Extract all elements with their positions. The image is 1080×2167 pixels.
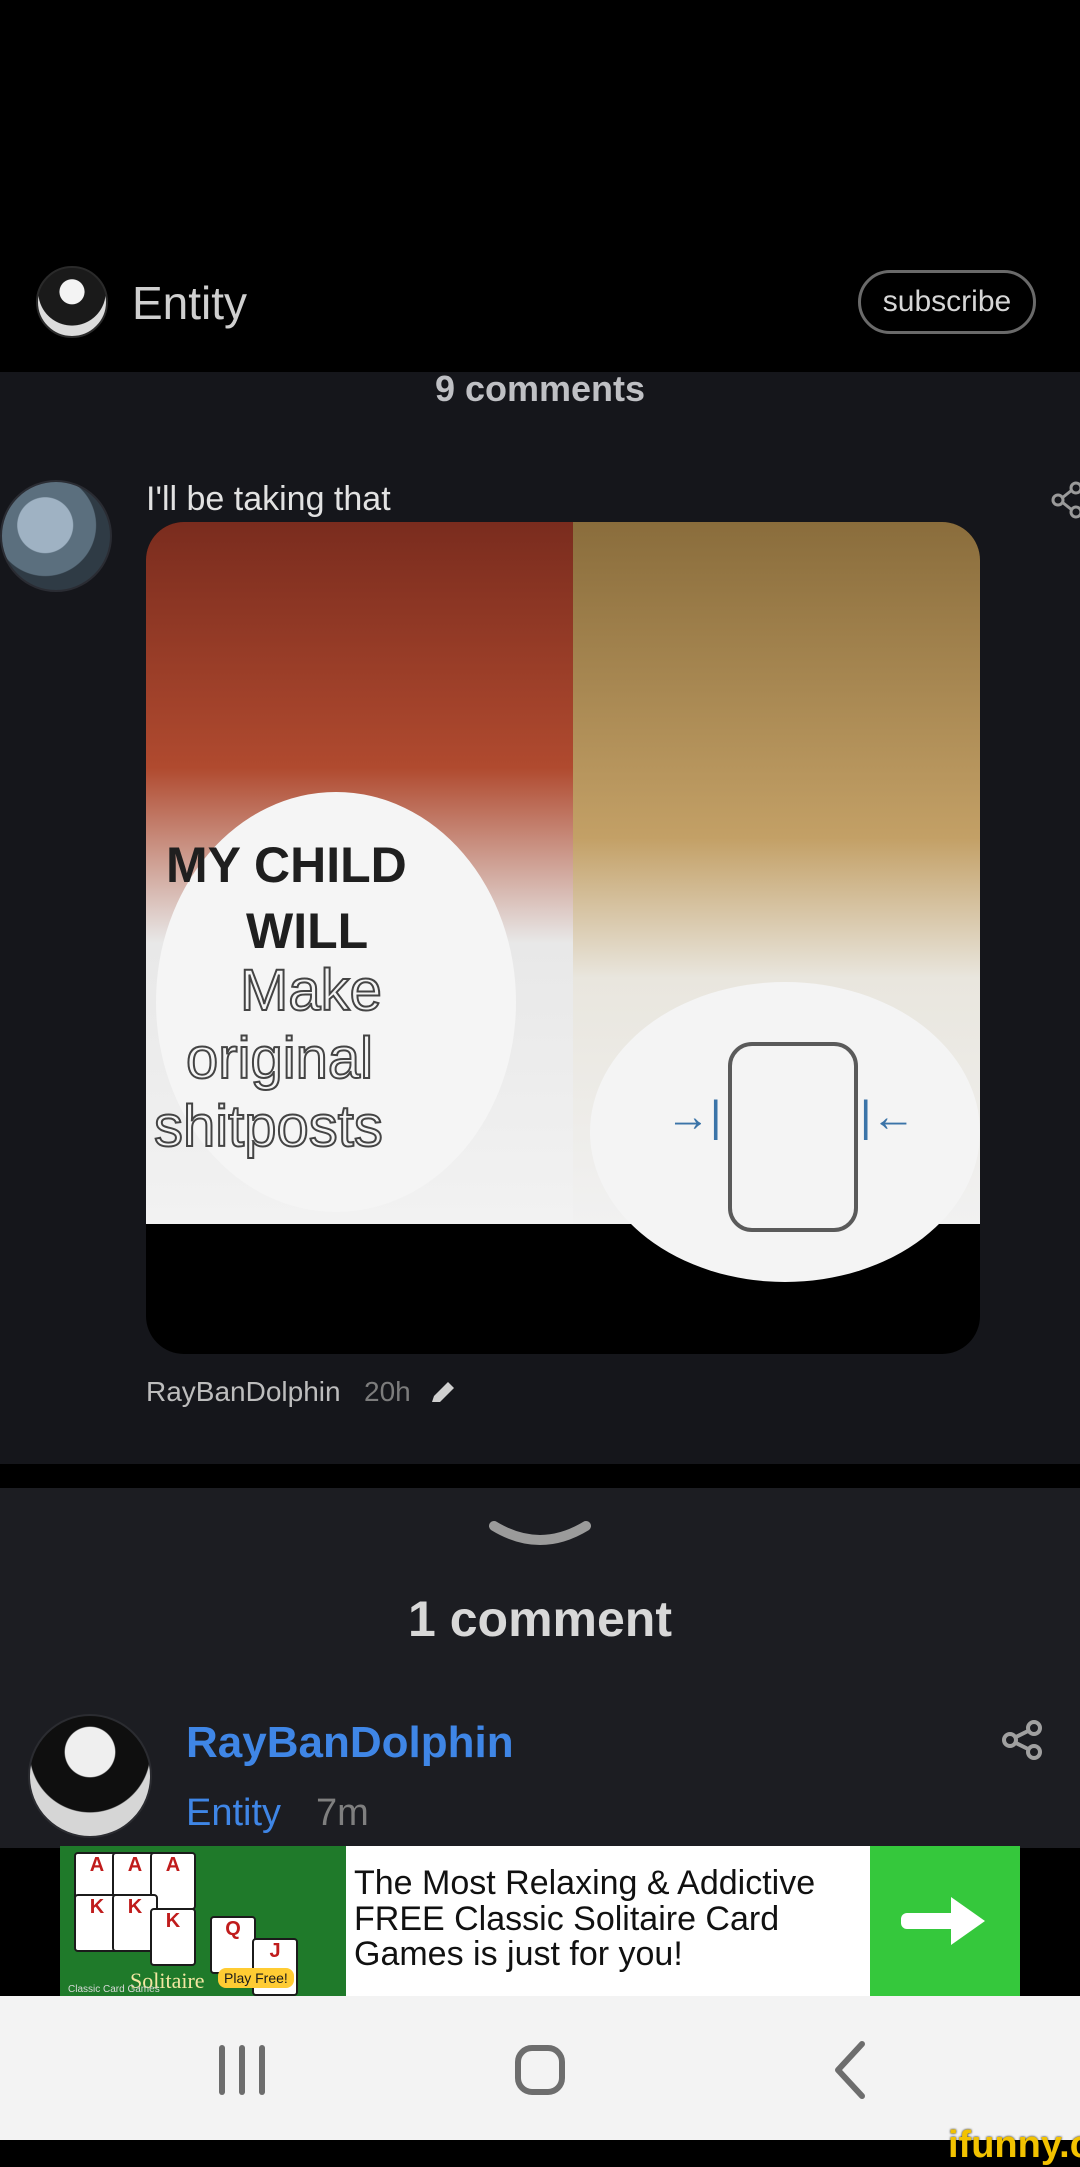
- meme-text-line4: original: [185, 1026, 374, 1091]
- card: Q: [210, 1916, 256, 1974]
- ad-banner[interactable]: A A A K K K Q J Solitaire Play Free! Cla…: [60, 1846, 1020, 1996]
- ad-cta-button[interactable]: [870, 1846, 1020, 1996]
- header-avatar[interactable]: [36, 266, 108, 338]
- comments-count: 9 comments: [434, 368, 646, 409]
- arrow-right-marker: →|: [666, 1092, 722, 1141]
- meme-text-line1: MY CHILD: [166, 837, 407, 893]
- meme-text-line5: shitposts: [153, 1094, 384, 1159]
- ad-text[interactable]: The Most Relaxing & Addictive FREE Class…: [354, 1865, 894, 1973]
- share-icon[interactable]: [1048, 480, 1080, 520]
- pencil-icon[interactable]: [428, 1378, 458, 1408]
- comment-text: I'll be taking that: [146, 480, 391, 518]
- card: K: [150, 1908, 196, 1966]
- arrow-left-marker: |←: [860, 1092, 916, 1141]
- home-icon[interactable]: [500, 2030, 580, 2110]
- chevron-down-icon[interactable]: [488, 1520, 592, 1556]
- comment-author[interactable]: RayBanDolphin: [146, 1376, 341, 1408]
- ad-logo-subtitle: Classic Card Games: [68, 1984, 160, 1995]
- watermark: ifunny.co: [948, 2124, 1080, 2166]
- comment-user-avatar[interactable]: [0, 480, 112, 592]
- meme-text-line2: WILL: [246, 903, 369, 959]
- arrow-right-icon: [901, 1897, 985, 1945]
- ad-badge: Play Free!: [218, 1968, 294, 1988]
- meme-text-line3: Make: [239, 958, 383, 1023]
- reply-avatar[interactable]: [28, 1714, 152, 1838]
- sheet-comments-count: 1 comment: [408, 1591, 672, 1647]
- comment-time: 20h: [364, 1376, 411, 1407]
- reply-time: 7m: [316, 1792, 369, 1834]
- page-title[interactable]: Entity: [132, 276, 247, 330]
- phone-outline: [728, 1042, 858, 1232]
- subscribe-button[interactable]: subscribe: [858, 270, 1036, 334]
- meme-image[interactable]: MY CHILD WILL Make original shitposts →|…: [146, 522, 980, 1354]
- recent-apps-icon[interactable]: [202, 2030, 282, 2110]
- ad-image[interactable]: A A A K K K Q J Solitaire Play Free! Cla…: [60, 1846, 346, 1996]
- share-icon[interactable]: [1000, 1718, 1044, 1762]
- back-icon[interactable]: [808, 2030, 888, 2110]
- divider: [0, 1464, 1080, 1488]
- reply-subtitle[interactable]: Entity: [186, 1792, 281, 1835]
- reply-username[interactable]: RayBanDolphin: [186, 1718, 514, 1768]
